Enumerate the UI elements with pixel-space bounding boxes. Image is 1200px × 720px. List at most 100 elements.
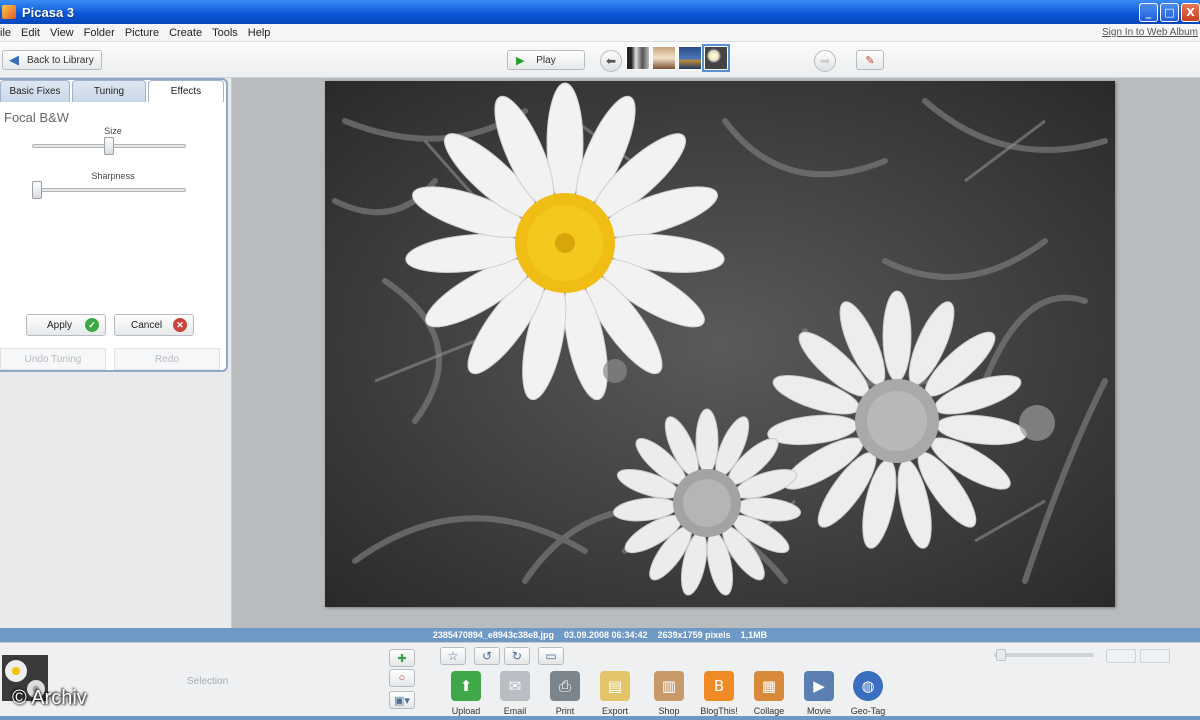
print-label: Print [555,706,575,716]
blogger-icon: B [704,671,734,701]
add-to-album-button[interactable]: ▣▾ [389,691,415,709]
edit-sidebar: Basic Fixes Tuning Effects Focal B&W Siz… [0,78,232,628]
left-arrow-icon: ⬅ [605,54,617,68]
blogthis-action[interactable]: B BlogThis! [697,671,741,716]
effects-panel: Basic Fixes Tuning Effects Focal B&W Siz… [0,78,228,372]
clear-button[interactable]: ○ [389,669,415,687]
filmstrip-thumb[interactable] [652,46,676,70]
minimize-button[interactable]: _ [1139,3,1158,22]
hold-button[interactable]: ✚ [389,649,415,667]
zoom-slider-thumb[interactable] [996,649,1006,661]
shop-label: Shop [658,706,680,716]
next-picture-button[interactable]: ➡ [814,50,836,72]
right-arrow-icon: ➡ [819,54,831,68]
menu-picture[interactable]: Picture [120,27,164,39]
export-label: Export [601,706,628,716]
tag-icon: ▭ [545,649,557,663]
shop-action[interactable]: ▥ Shop [647,671,691,716]
apply-button[interactable]: Apply ✓ [26,314,106,336]
sharpness-slider-thumb[interactable] [32,181,42,199]
sign-in-link[interactable]: Sign In to Web Album [1102,27,1198,38]
print-action[interactable]: ⎙ Print [543,671,587,716]
play-button[interactable]: ▶ Play [507,50,585,70]
cancel-x-icon: ✕ [173,318,187,332]
filmstrip-thumb[interactable] [678,46,702,70]
close-button[interactable]: X [1181,3,1200,22]
window-title: Picasa 3 [22,4,75,20]
collage-icon: ▦ [754,671,784,701]
email-action[interactable]: ✉ Email [493,671,537,716]
bottom-border [0,716,1200,720]
rotate-right-button[interactable]: ↻ [504,647,530,665]
blogthis-label: BlogThis! [700,706,738,716]
email-label: Email [503,706,527,716]
tab-tuning[interactable]: Tuning [72,80,146,102]
top-toolbar: ◀ Back to Library ▶ Play ⬅ ➡ ✎ [0,42,1200,78]
size-slider-thumb[interactable] [104,137,114,155]
filmstrip [626,44,730,72]
previous-picture-button[interactable]: ⬅ [600,50,622,72]
zoom-fit-button[interactable] [1106,649,1136,663]
redo-button[interactable]: Redo [114,348,220,370]
menu-view[interactable]: View [45,27,79,39]
globe-icon: ◍ [853,671,883,701]
album-icon: ▣▾ [394,694,410,707]
rotate-right-icon: ↻ [511,649,523,663]
geotag-label: Geo-Tag [850,706,886,716]
star-button[interactable]: ☆ [440,647,466,665]
sharpness-slider[interactable] [32,188,186,192]
movie-icon: ▶ [804,671,834,701]
menu-edit[interactable]: Edit [16,27,45,39]
filename: 2385470894_e8943c38e8.jpg [432,630,554,640]
maximize-button[interactable]: □ [1160,3,1179,22]
menu-file[interactable]: ile [0,27,16,39]
picasa-app-icon [2,5,16,19]
sharpness-label: Sharpness [91,171,135,181]
effect-title: Focal B&W [4,110,70,125]
back-arrow-icon: ◀ [9,52,19,67]
back-to-library-label: Back to Library [27,54,94,66]
file-size: 1,1MB [740,630,768,640]
export-action[interactable]: ▤ Export [593,671,637,716]
back-to-library-button[interactable]: ◀ Back to Library [2,50,102,70]
window-titlebar: Picasa 3 _ □ X [0,0,1200,24]
upload-label: Upload [451,706,481,716]
daisy-photo-image [325,81,1115,607]
redeye-tool-button[interactable]: ✎ [856,50,884,70]
upload-icon: ⬆ [451,671,481,701]
photo-viewer [232,78,1200,628]
undo-tuning-button[interactable]: Undo Tuning [0,348,106,370]
daisy-photo[interactable] [325,81,1115,607]
menu-help[interactable]: Help [243,27,276,39]
clear-icon: ○ [398,672,406,684]
filmstrip-thumb[interactable] [626,46,650,70]
zoom-control [968,649,1188,663]
tab-basic-fixes[interactable]: Basic Fixes [0,80,70,102]
selection-label: Selection [187,676,229,687]
zoom-slider[interactable] [994,653,1094,657]
collage-action[interactable]: ▦ Collage [747,671,791,716]
upload-action[interactable]: ⬆ Upload [444,671,488,716]
geotag-action[interactable]: ◍ Geo-Tag [846,671,890,716]
tag-button[interactable]: ▭ [538,647,564,665]
filmstrip-thumb-selected[interactable] [702,44,730,72]
photo-info-bar: 2385470894_e8943c38e8.jpg 03.09.2008 06:… [0,628,1200,642]
zoom-actual-button[interactable] [1140,649,1170,663]
cancel-button[interactable]: Cancel ✕ [114,314,194,336]
menu-create[interactable]: Create [164,27,207,39]
tab-effects[interactable]: Effects [148,80,224,102]
menu-folder[interactable]: Folder [79,27,120,39]
play-icon: ▶ [516,54,525,67]
folder-icon: ▤ [600,671,630,701]
date-taken: 03.09.2008 06:34:42 [563,630,648,640]
star-icon: ☆ [447,649,459,663]
photo-tray: © Archiv Selection ✚ ○ ▣▾ ☆ ↺ ↻ ▭ ⬆ Uplo… [0,642,1200,720]
apply-label: Apply [47,319,73,331]
dimensions: 2639x1759 pixels [657,630,731,640]
rotate-left-button[interactable]: ↺ [474,647,500,665]
print-icon: ⎙ [550,671,580,701]
movie-action[interactable]: ▶ Movie [797,671,841,716]
redeye-icon: ✎ [865,54,875,67]
email-icon: ✉ [500,671,530,701]
menu-tools[interactable]: Tools [207,27,243,39]
